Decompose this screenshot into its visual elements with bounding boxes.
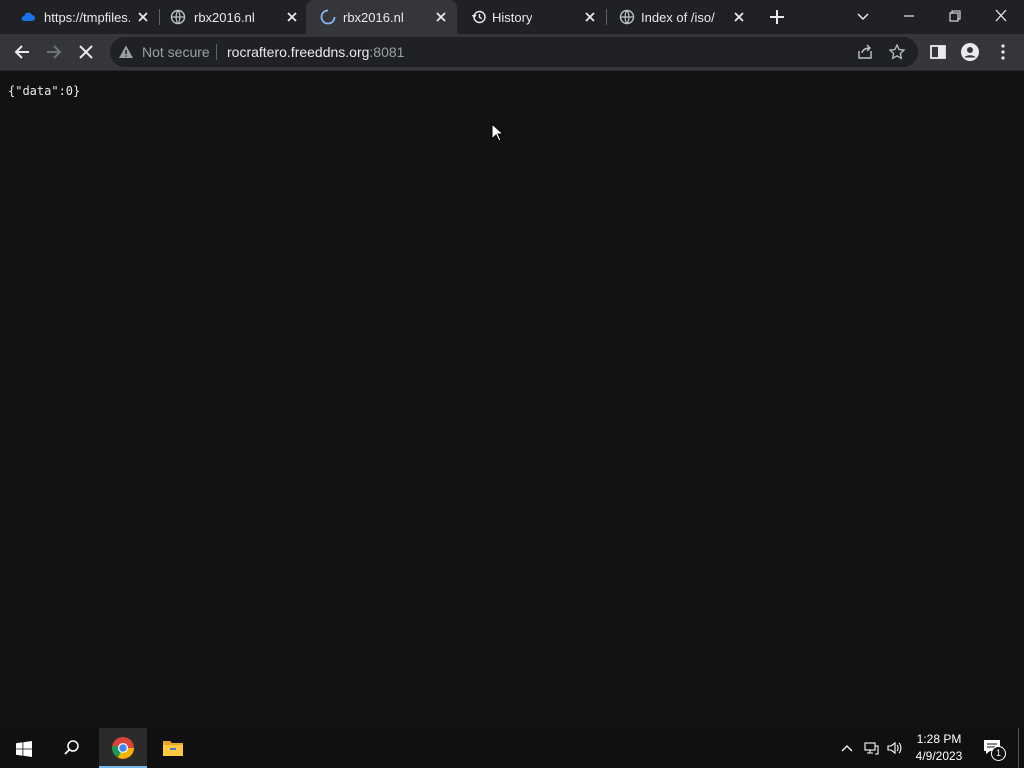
security-status-label[interactable]: Not secure	[142, 44, 210, 60]
taskbar-chrome[interactable]	[99, 728, 147, 768]
tab-title: https://tmpfiles.	[44, 10, 130, 25]
bookmark-star-icon[interactable]	[888, 43, 906, 61]
taskbar-clock[interactable]: 1:28 PM 4/9/2023	[900, 731, 978, 765]
share-icon[interactable]	[856, 43, 874, 61]
side-panel-icon[interactable]	[928, 42, 948, 62]
notification-count-badge: 1	[991, 746, 1006, 761]
stop-loading-icon[interactable]	[76, 42, 96, 62]
action-center-button[interactable]: 1	[982, 738, 1006, 761]
url-port: :8081	[369, 44, 405, 60]
json-response-text: {"data":0}	[8, 84, 81, 98]
tab-index-iso[interactable]: Index of /iso/	[605, 0, 755, 34]
url-host: rocraftero.freeddns.org	[227, 44, 370, 60]
close-icon[interactable]	[732, 10, 746, 24]
restore-icon[interactable]	[944, 6, 966, 26]
tab-title: rbx2016.nl	[194, 10, 255, 25]
new-tab-plus-icon[interactable]	[768, 8, 786, 26]
mouse-cursor-icon	[491, 123, 504, 142]
start-button[interactable]	[0, 728, 48, 768]
tab-history[interactable]: History	[457, 0, 605, 34]
globe-icon	[170, 9, 186, 25]
close-icon[interactable]	[136, 10, 150, 24]
folder-icon	[163, 741, 183, 756]
search-button[interactable]	[48, 728, 96, 768]
chrome-icon	[112, 737, 134, 759]
close-icon[interactable]	[434, 10, 448, 24]
clock-time: 1:28 PM	[916, 732, 962, 746]
tab-search-chevron-icon[interactable]	[852, 6, 874, 26]
tab-rbx2016-1[interactable]: rbx2016.nl	[156, 0, 306, 34]
loading-spinner-icon	[320, 9, 336, 25]
show-hidden-icons-chevron-icon[interactable]	[839, 740, 855, 756]
search-icon	[64, 740, 79, 755]
history-icon	[471, 10, 486, 24]
warning-triangle-icon[interactable]	[118, 44, 134, 60]
globe-icon	[619, 9, 635, 25]
forward-arrow-icon[interactable]	[44, 42, 64, 62]
network-icon[interactable]	[863, 740, 879, 756]
show-desktop-button[interactable]	[1018, 728, 1019, 768]
clock-date: 4/9/2023	[915, 749, 963, 763]
back-arrow-icon[interactable]	[12, 42, 32, 62]
tab-strip: https://tmpfiles. rbx2016.nl rbx2016.nl	[0, 0, 1024, 34]
tab-title: Index of /iso/	[641, 10, 715, 25]
close-window-icon[interactable]	[990, 6, 1012, 26]
tab-title: History	[492, 10, 533, 25]
windows-logo-icon	[16, 741, 32, 757]
profile-avatar-icon[interactable]	[960, 42, 980, 62]
close-icon[interactable]	[285, 10, 299, 24]
tab-title: rbx2016.nl	[343, 10, 404, 25]
tab-tmpfiles[interactable]: https://tmpfiles.	[6, 0, 156, 34]
minimize-icon[interactable]	[898, 6, 920, 26]
page-content: {"data":0}	[0, 71, 1024, 727]
browser-toolbar: Not secure rocraftero.freeddns.org:8081	[0, 34, 1024, 71]
menu-kebab-icon[interactable]	[993, 42, 1013, 62]
taskbar-file-explorer[interactable]	[150, 728, 194, 768]
address-bar[interactable]: Not secure rocraftero.freeddns.org:8081	[110, 37, 918, 67]
tab-rbx2016-active[interactable]: rbx2016.nl	[306, 0, 457, 34]
windows-taskbar: 1:28 PM 4/9/2023 1	[0, 728, 1024, 768]
url-text[interactable]: rocraftero.freeddns.org:8081	[227, 44, 404, 60]
close-icon[interactable]	[583, 10, 597, 24]
address-divider	[216, 44, 217, 60]
cloud-icon	[21, 12, 35, 21]
